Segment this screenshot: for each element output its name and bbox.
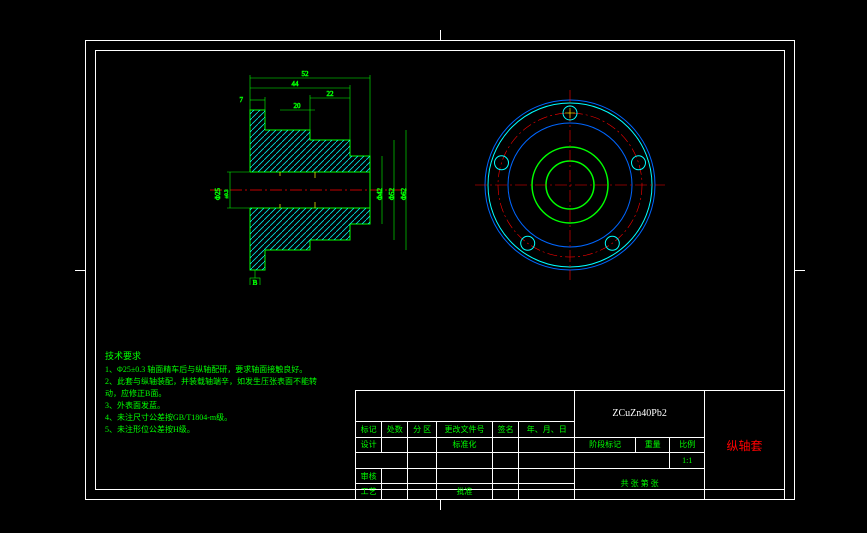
dim-d3: Φ62 (400, 187, 408, 200)
row-design: 设计 (356, 437, 382, 453)
mid-weight: 重量 (635, 437, 669, 453)
cad-canvas: 52 44 22 20 7 Φ25 ±0.3 (0, 0, 867, 533)
dim-overall: 52 (302, 70, 310, 78)
datum-label: B (253, 279, 258, 285)
row-review: 审核 (356, 468, 382, 484)
note-line-1: 1、Φ25±0.3 轴面精车后与纵轴配研，要求轴面接触良好。 (105, 364, 317, 376)
section-view: 52 44 22 20 7 Φ25 ±0.3 (210, 70, 410, 285)
note-line-2b: 动，应修正B面。 (105, 388, 317, 400)
note-line-3: 3、外表面发蓝。 (105, 400, 317, 412)
dim-d1: Φ42 (376, 187, 384, 200)
dim-bore: Φ25 (214, 187, 222, 200)
part-name: 纵轴套 (726, 439, 762, 453)
scale-value: 1:1 (670, 453, 705, 469)
dim-inner-w: 20 (294, 102, 302, 110)
rev-hdr-doc: 更改文件号 (437, 422, 493, 438)
row-stdize: 标准化 (437, 437, 493, 453)
dim-step1: 44 (292, 80, 300, 88)
row-process: 工艺 (356, 484, 382, 500)
technical-requirements: 技术要求 1、Φ25±0.3 轴面精车后与纵轴配研，要求轴面接触良好。 2、此套… (105, 350, 317, 436)
rev-hdr-date: 年、月、日 (519, 422, 575, 438)
rev-hdr-mark: 标记 (356, 422, 382, 438)
material-label: ZCuZn40Pb2 (612, 408, 666, 419)
rev-hdr-zone: 分 区 (408, 422, 437, 438)
mid-scale-label: 比例 (670, 437, 705, 453)
title-block: ZCuZn40Pb2 纵轴套 标记 处数 分 区 更改文件号 签名 年、月、日 … (355, 390, 785, 500)
note-line-4: 4、未注尺寸公差按GB/T1804-m级。 (105, 412, 317, 424)
dim-step2: 22 (327, 90, 335, 98)
notes-title: 技术要求 (105, 350, 317, 362)
rev-hdr-sign: 签名 (493, 422, 519, 438)
rev-hdr-qty: 处数 (382, 422, 408, 438)
note-line-5: 5、未注形位公差按H级。 (105, 424, 317, 436)
dim-bore-tol: ±0.3 (225, 189, 230, 198)
row-approve: 批准 (437, 484, 493, 500)
dim-flange-t: 7 (240, 96, 244, 104)
note-line-2: 2、此套与纵轴装配，并装载轴端辛，如发生压张表面不能转 (105, 376, 317, 388)
sheet-label: 共 张 第 张 (575, 468, 705, 499)
mid-stage: 阶段标记 (575, 437, 636, 453)
dim-d2: Φ52 (388, 187, 396, 200)
front-view (475, 90, 665, 280)
